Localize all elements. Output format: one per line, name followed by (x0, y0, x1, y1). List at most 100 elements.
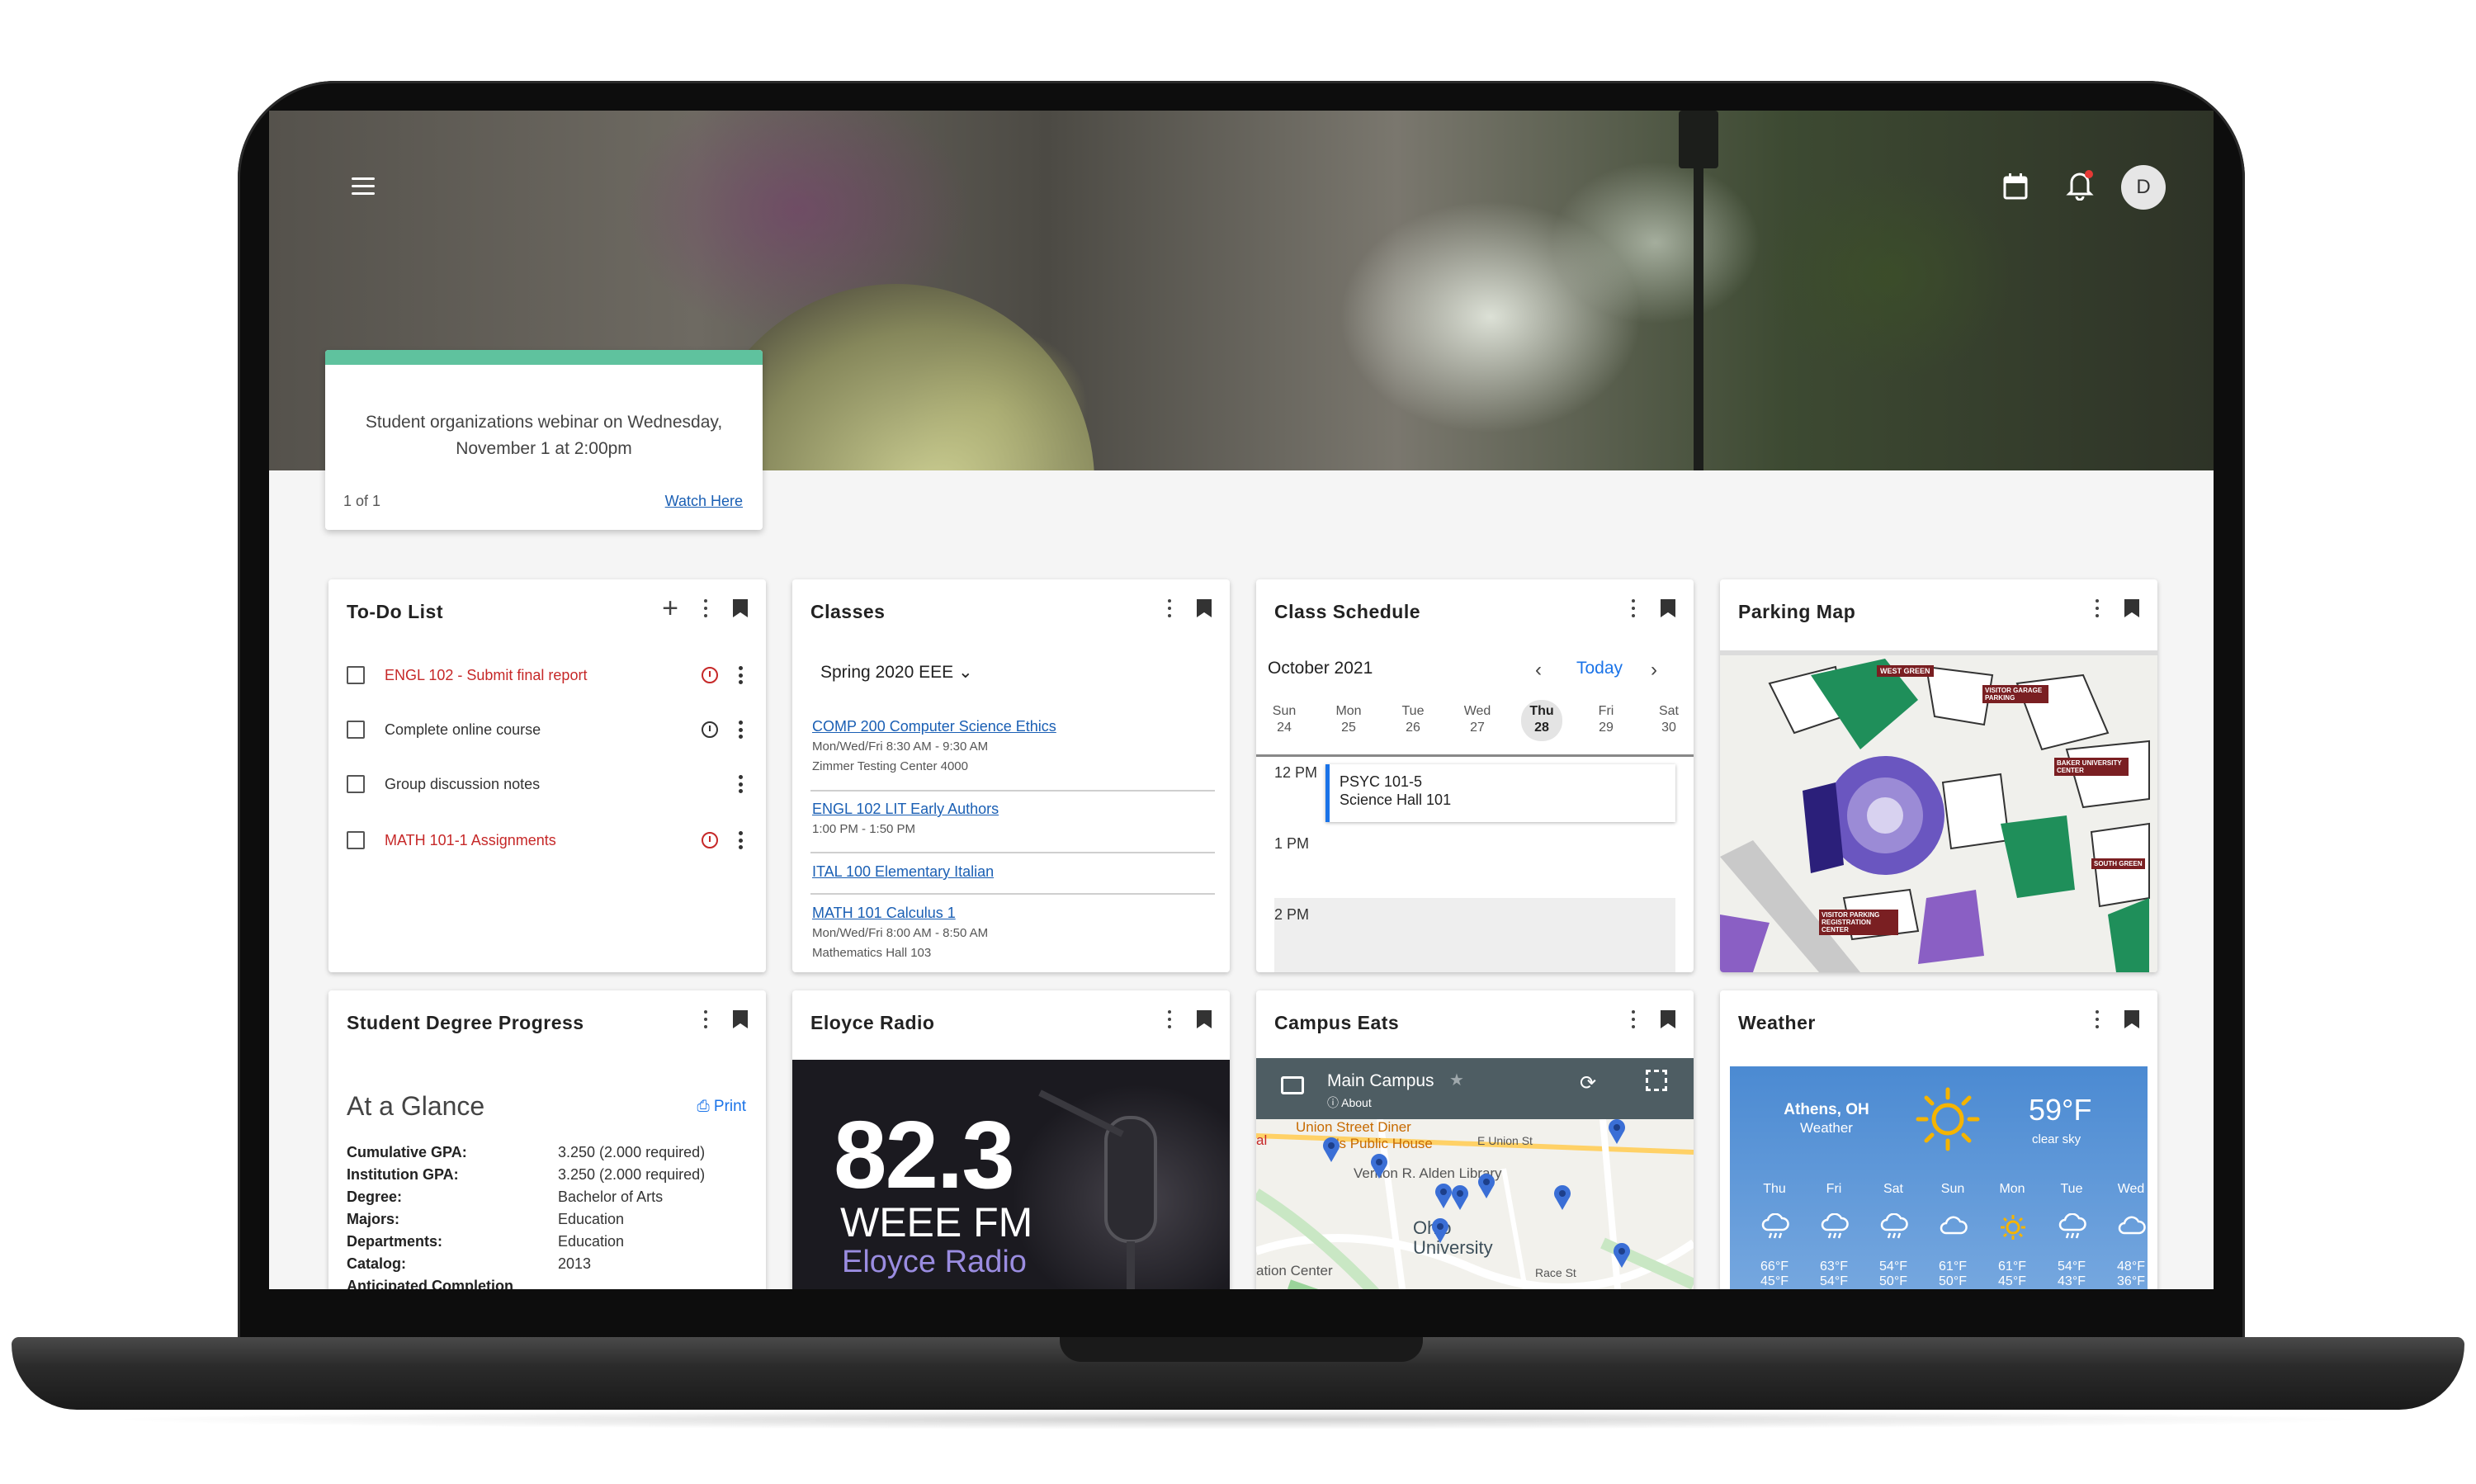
map-pin-icon[interactable] (1553, 1185, 1571, 1210)
more-options-icon[interactable] (1631, 599, 1636, 617)
todo-checkbox[interactable] (347, 666, 365, 684)
chevron-right-icon[interactable]: › (1651, 659, 1657, 682)
class-meta: Zimmer Testing Center 4000 (812, 759, 968, 773)
map-pin-icon[interactable] (1451, 1185, 1469, 1210)
calendar-icon[interactable] (1999, 168, 2032, 205)
more-options-icon[interactable] (1167, 599, 1172, 617)
map-place-label: E Union St (1477, 1134, 1533, 1147)
bookmark-icon[interactable] (1197, 599, 1212, 617)
weather-panel: Athens, OH Weather 59°F clear sky Thu 66°F… (1730, 1066, 2148, 1289)
forecast-temps: 61°F 50°F (1939, 1260, 1967, 1288)
day-header[interactable]: Sat 30 (1644, 703, 1694, 736)
avatar[interactable]: D (2121, 165, 2166, 210)
bookmark-icon[interactable] (2124, 1010, 2139, 1028)
day-header-selected[interactable]: Thu 28 (1521, 700, 1562, 741)
classes-card: Classes Spring 2020 EEE ⌄ COMP 200 Compu… (792, 579, 1230, 972)
watch-here-link[interactable]: Watch Here (665, 493, 743, 510)
todo-item: MATH 101-1 Assignments (347, 824, 751, 857)
star-icon[interactable]: ★ (1449, 1070, 1464, 1090)
todo-text: ENGL 102 - Submit final report (385, 666, 588, 683)
forecast-day: Tue (2060, 1182, 2083, 1196)
bookmark-icon[interactable] (1661, 599, 1675, 617)
share-icon[interactable]: ⟳ (1580, 1071, 1596, 1095)
degree-row: Catalog: 2013 (347, 1255, 592, 1272)
map-pin-icon[interactable] (1608, 1119, 1626, 1144)
event-title: PSYC 101-5 (1340, 773, 1423, 790)
map-label: WEST GREEN (1877, 665, 1934, 677)
rain-icon (1761, 1212, 1789, 1245)
class-link[interactable]: COMP 200 Computer Science Ethics (812, 718, 1213, 735)
announcement-card: Student organizations webinar on Wednesd… (325, 350, 763, 530)
schedule-event[interactable]: PSYC 101-5 Science Hall 101 (1325, 764, 1675, 822)
class-link[interactable]: MATH 101 Calculus 1 (812, 905, 1213, 922)
menu-icon[interactable] (347, 170, 380, 203)
print-button[interactable]: ⎙ Print (697, 1098, 746, 1116)
add-icon[interactable]: + (662, 594, 678, 622)
card-title: Class Schedule (1274, 601, 1421, 622)
notification-bell-icon[interactable] (2062, 167, 2098, 203)
item-options-icon[interactable] (738, 775, 743, 793)
more-options-icon[interactable] (703, 1010, 708, 1028)
todo-checkbox[interactable] (347, 831, 365, 849)
parking-card: Parking Map WEST GREEN VISITOR GARAGE PA… (1720, 579, 2157, 972)
fullscreen-icon[interactable] (1646, 1070, 1667, 1091)
card-title: Parking Map (1738, 601, 1856, 622)
map-label: BAKER UNIVERSITY CENTER (2054, 758, 2129, 776)
announcement-message: Student organizations webinar on Wednesd… (365, 413, 723, 458)
map-sidebar-icon[interactable] (1281, 1076, 1304, 1094)
bookmark-icon[interactable] (733, 599, 748, 617)
map-pin-icon[interactable] (1613, 1243, 1631, 1268)
day-header[interactable]: Mon 25 (1324, 703, 1373, 736)
item-options-icon[interactable] (738, 666, 743, 684)
map-place-label: Race St (1535, 1266, 1576, 1279)
todo-item: ENGL 102 - Submit final report (347, 659, 751, 692)
rain-icon (2058, 1212, 2086, 1245)
map-pin-icon[interactable] (1322, 1137, 1340, 1162)
more-options-icon[interactable] (2095, 1010, 2100, 1028)
map-pin-icon[interactable] (1434, 1184, 1453, 1208)
map-pin-icon[interactable] (1477, 1174, 1496, 1198)
bookmark-icon[interactable] (2124, 599, 2139, 617)
more-options-icon[interactable] (703, 599, 708, 617)
forecast-temps: 54°F 50°F (1879, 1260, 1907, 1288)
bookmark-icon[interactable] (733, 1010, 748, 1028)
schedule-divider (1256, 754, 1694, 757)
item-options-icon[interactable] (738, 721, 743, 739)
cloud-icon (2118, 1213, 2146, 1242)
more-options-icon[interactable] (2095, 599, 2100, 617)
forecast-day: Thu (1763, 1182, 1786, 1196)
map-pin-icon[interactable] (1370, 1154, 1388, 1179)
printer-icon: ⎙ (697, 1098, 710, 1115)
day-header[interactable]: Fri 29 (1581, 703, 1631, 736)
parking-map[interactable]: WEST GREEN VISITOR GARAGE PARKING BAKER … (1720, 650, 2157, 972)
class-link[interactable]: ENGL 102 LIT Early Authors (812, 801, 1213, 818)
campus-eats-map[interactable]: Union Street Diner O's Public House E Un… (1256, 1119, 1694, 1289)
degree-progress-card: Student Degree Progress At a Glance ⎙ Pr… (328, 990, 766, 1289)
bookmark-icon[interactable] (1197, 1010, 1212, 1028)
degree-row: Anticipated Completion (347, 1278, 513, 1289)
chevron-left-icon[interactable]: ‹ (1535, 659, 1542, 682)
map-about[interactable]: ⓘ About (1327, 1094, 1372, 1111)
day-header[interactable]: Wed 27 (1453, 703, 1502, 736)
forecast-day: Fri (1826, 1182, 1842, 1196)
today-button[interactable]: Today (1576, 659, 1623, 678)
more-options-icon[interactable] (1631, 1010, 1636, 1028)
map-pin-icon[interactable] (1431, 1218, 1449, 1243)
class-link[interactable]: ITAL 100 Elementary Italian (812, 863, 1213, 881)
hour-label: 2 PM (1274, 906, 1310, 923)
map-toolbar: Main Campus ★ ⓘ About ⟳ (1256, 1058, 1694, 1119)
more-options-icon[interactable] (1167, 1010, 1172, 1028)
degree-row: Departments: Education (347, 1233, 625, 1250)
semester-select[interactable]: Spring 2020 EEE ⌄ (820, 662, 973, 683)
degree-row: Degree: Bachelor of Arts (347, 1189, 664, 1205)
todo-checkbox[interactable] (347, 721, 365, 739)
card-title: Campus Eats (1274, 1012, 1400, 1033)
schedule-card: Class Schedule October 2021 ‹ Today › Su… (1256, 579, 1694, 972)
map-place-label: O's Public House (1325, 1136, 1433, 1151)
todo-checkbox[interactable] (347, 775, 365, 793)
item-options-icon[interactable] (738, 831, 743, 849)
laptop-notch (1060, 1337, 1423, 1362)
day-header[interactable]: Sun 24 (1259, 703, 1309, 736)
day-header[interactable]: Tue 26 (1388, 703, 1438, 736)
bookmark-icon[interactable] (1661, 1010, 1675, 1028)
